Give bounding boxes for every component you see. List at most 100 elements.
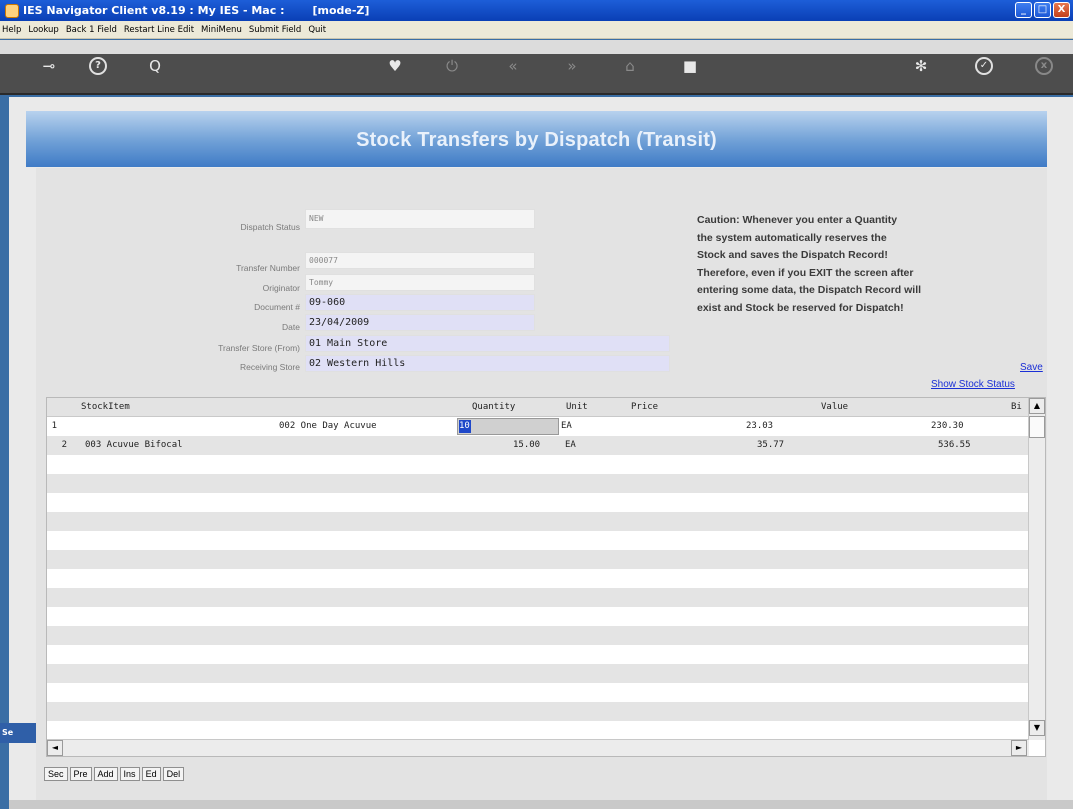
- unit-cell[interactable]: EA: [561, 421, 572, 431]
- table-row[interactable]: 1 002 One Day Acuvue 10 EA 23.03 230.30: [47, 417, 1045, 436]
- power-icon[interactable]: ⏻: [441, 55, 463, 77]
- table-row[interactable]: 2 003 Acuvue Bifocal 15.00 EA 35.77 536.…: [47, 436, 1045, 455]
- window-mode: [mode-Z]: [312, 4, 370, 17]
- menu-back-1-field[interactable]: Back 1 Field: [66, 25, 117, 35]
- scroll-right-icon[interactable]: ►: [1011, 740, 1027, 756]
- heart-icon[interactable]: ♥: [384, 55, 406, 77]
- empty-row[interactable]: [47, 626, 1045, 645]
- caution-line: the system automatically reserves the: [697, 231, 887, 244]
- close-icon[interactable]: x: [1035, 57, 1053, 75]
- value-cell[interactable]: 230.30: [931, 421, 964, 431]
- window-title: IES Navigator Client v8.19 : My IES - Ma…: [23, 4, 285, 17]
- stock-item-cell[interactable]: 002 One Day Acuvue: [279, 421, 377, 431]
- quantity-cell[interactable]: 15.00: [513, 440, 540, 450]
- originator-label: Originator: [262, 283, 300, 293]
- dispatch-status-field[interactable]: NEW: [305, 209, 535, 229]
- row-number: 2: [61, 440, 67, 450]
- header-value[interactable]: Value: [821, 402, 848, 412]
- ins-button[interactable]: Ins: [119, 767, 140, 781]
- quantity-value[interactable]: 10: [459, 420, 471, 433]
- empty-row[interactable]: [47, 588, 1045, 607]
- save-link[interactable]: Save: [1020, 362, 1043, 373]
- help-icon[interactable]: ?: [89, 57, 107, 75]
- title-bar: IES Navigator Client v8.19 : My IES - Ma…: [0, 0, 1073, 21]
- transfer-number-label: Transfer Number: [236, 263, 300, 273]
- search-icon[interactable]: Q: [144, 55, 166, 77]
- value-cell[interactable]: 536.55: [938, 440, 971, 450]
- empty-row[interactable]: [47, 702, 1045, 721]
- forward-icon[interactable]: »: [561, 55, 583, 77]
- caution-line: Therefore, even if you EXIT the screen a…: [697, 266, 914, 279]
- key-icon[interactable]: ⊸: [38, 55, 60, 77]
- row-number: 1: [51, 421, 57, 431]
- receiving-store-field[interactable]: 02 Western Hills: [305, 355, 670, 372]
- caution-line: entering some data, the Dispatch Record …: [697, 284, 922, 296]
- tree-icon[interactable]: ⌂: [619, 55, 641, 77]
- page-title: Stock Transfers by Dispatch (Transit): [356, 129, 717, 151]
- caution-line: exist and Stock be reserved for Dispatch…: [697, 301, 904, 314]
- header-bin[interactable]: Bi: [1011, 402, 1022, 412]
- originator-field[interactable]: Tommy: [305, 274, 535, 291]
- menu-lookup[interactable]: Lookup: [28, 25, 58, 35]
- unit-cell[interactable]: EA: [565, 440, 576, 450]
- header-price[interactable]: Price: [631, 402, 658, 412]
- rewind-icon[interactable]: «: [502, 55, 524, 77]
- caution-line: Caution: Whenever you enter a Quantity: [697, 214, 898, 226]
- gear-icon[interactable]: ✻: [910, 55, 932, 77]
- show-stock-status-link[interactable]: Show Stock Status: [931, 379, 1015, 390]
- del-button[interactable]: Del: [162, 767, 185, 781]
- horizontal-scrollbar[interactable]: ◄ ►: [47, 739, 1029, 756]
- ed-button[interactable]: Ed: [141, 767, 161, 781]
- scroll-left-icon[interactable]: ◄: [47, 740, 63, 756]
- add-button[interactable]: Add: [93, 767, 118, 781]
- close-button[interactable]: X: [1053, 2, 1070, 18]
- vertical-scrollbar[interactable]: ▲ ▼: [1028, 398, 1045, 740]
- empty-row[interactable]: [47, 683, 1045, 702]
- date-field[interactable]: 23/04/2009: [305, 314, 535, 331]
- empty-row[interactable]: [47, 550, 1045, 569]
- empty-row[interactable]: [47, 721, 1045, 740]
- header-stock-item[interactable]: StockItem: [81, 402, 130, 412]
- app-icon: [5, 3, 19, 18]
- menu-help[interactable]: Help: [2, 25, 21, 35]
- empty-row[interactable]: [47, 645, 1045, 664]
- price-cell[interactable]: 35.77: [757, 440, 784, 450]
- empty-row[interactable]: [47, 512, 1045, 531]
- empty-row[interactable]: [47, 569, 1045, 588]
- app-window: IES Navigator Client v8.19 : My IES - Ma…: [0, 0, 1073, 809]
- empty-row[interactable]: [47, 664, 1045, 683]
- quantity-input[interactable]: 10: [457, 418, 559, 435]
- scroll-thumb[interactable]: [1029, 416, 1045, 438]
- transfer-number-field[interactable]: 000077: [305, 252, 535, 269]
- check-icon[interactable]: ✓: [975, 57, 993, 75]
- sec-button[interactable]: Sec: [44, 767, 68, 781]
- dispatch-status-label: Dispatch Status: [240, 222, 300, 232]
- empty-row[interactable]: [47, 531, 1045, 550]
- transfer-store-label: Transfer Store (From): [218, 343, 300, 353]
- maximize-button[interactable]: □: [1034, 2, 1051, 18]
- transfer-store-field[interactable]: 01 Main Store: [305, 335, 670, 352]
- empty-row[interactable]: [47, 493, 1045, 512]
- price-cell[interactable]: 23.03: [746, 421, 773, 431]
- menu-minimenu[interactable]: MiniMenu: [201, 25, 242, 35]
- document-field[interactable]: 09-060: [305, 294, 535, 311]
- side-tab[interactable]: Se: [0, 723, 36, 743]
- menu-quit[interactable]: Quit: [308, 25, 326, 35]
- scroll-down-icon[interactable]: ▼: [1029, 720, 1045, 736]
- stop-icon[interactable]: ■: [679, 55, 701, 77]
- menu-submit-field[interactable]: Submit Field: [249, 25, 301, 35]
- menu-restart-line-edit[interactable]: Restart Line Edit: [124, 25, 194, 35]
- date-label: Date: [282, 322, 300, 332]
- pre-button[interactable]: Pre: [69, 767, 92, 781]
- stock-items-grid: StockItem Quantity Unit Price Value Bi 1…: [46, 397, 1046, 757]
- stock-item-cell[interactable]: 003 Acuvue Bifocal: [85, 440, 183, 450]
- minimize-button[interactable]: _: [1015, 2, 1032, 18]
- empty-row[interactable]: [47, 474, 1045, 493]
- empty-row[interactable]: [47, 455, 1045, 474]
- header-quantity[interactable]: Quantity: [472, 402, 515, 412]
- empty-row[interactable]: [47, 607, 1045, 626]
- scroll-up-icon[interactable]: ▲: [1029, 398, 1045, 414]
- row-action-bar: Sec Pre Add Ins Ed Del: [44, 767, 185, 783]
- header-unit[interactable]: Unit: [566, 402, 588, 412]
- receiving-store-label: Receiving Store: [239, 362, 300, 372]
